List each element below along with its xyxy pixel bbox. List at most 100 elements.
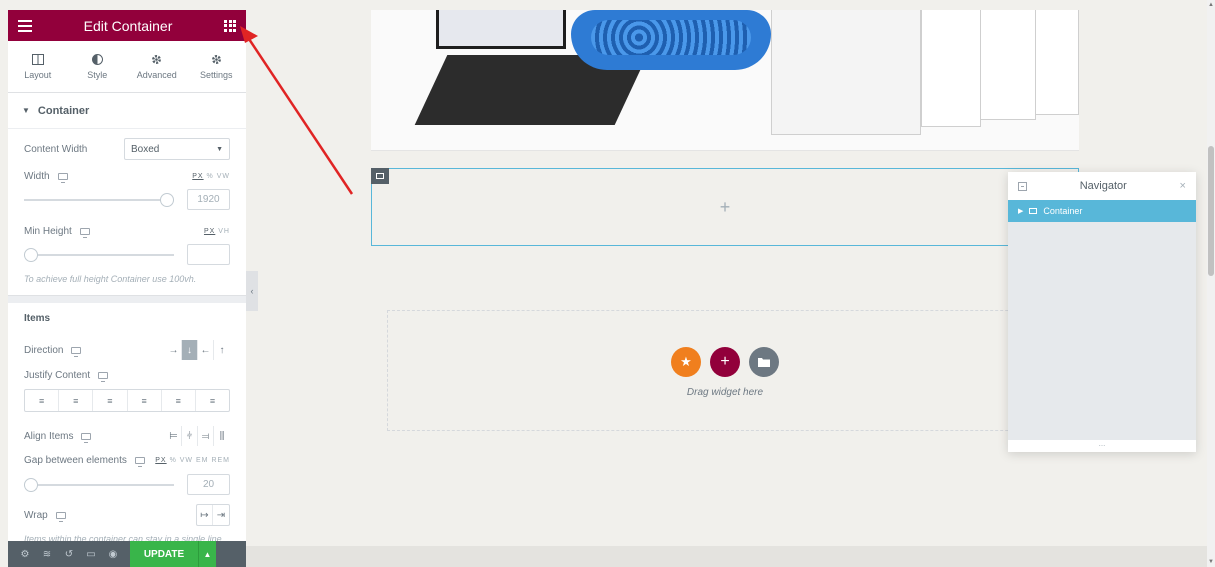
container-handle-icon[interactable] [371, 168, 389, 184]
responsive-desktop-icon[interactable] [57, 172, 68, 183]
tab-layout-label: Layout [24, 69, 52, 80]
photo-card [976, 10, 1036, 120]
gap-units[interactable]: PX % VW EM REM [155, 457, 230, 464]
responsive-desktop-icon[interactable] [81, 432, 92, 443]
unit-rem[interactable]: REM [211, 457, 230, 464]
tab-settings[interactable]: Settings [187, 41, 247, 92]
eye-icon[interactable]: ◉ [102, 549, 124, 560]
tab-advanced[interactable]: Advanced [127, 41, 187, 92]
min-height-slider[interactable] [24, 247, 174, 262]
no-wrap-button[interactable]: ↦ [197, 505, 213, 525]
navigator-resize-handle[interactable]: ... [1008, 440, 1196, 452]
wrap-button[interactable]: ⇥ [213, 505, 229, 525]
unit-em[interactable]: EM [196, 457, 209, 464]
responsive-desktop-icon[interactable] [134, 456, 145, 467]
unit-percent[interactable]: % [170, 457, 177, 464]
justify-space-evenly-button[interactable]: ≡ [196, 390, 229, 411]
navigator-title: Navigator [1079, 180, 1127, 192]
collapse-panel-chevron-left-icon[interactable]: ‹ [246, 271, 258, 311]
gap-slider-track [24, 483, 174, 486]
align-end-button[interactable]: ⫤ [198, 426, 214, 446]
responsive-desktop-icon[interactable] [98, 371, 109, 382]
direction-column-reverse-button[interactable]: ↑ [214, 340, 230, 360]
align-items-label: Align Items [24, 430, 74, 442]
layout-icon [31, 54, 44, 66]
photo-card [1031, 10, 1079, 115]
drag-widget-text: Drag widget here [686, 387, 764, 398]
align-start-button[interactable]: ⊨ [166, 426, 182, 446]
widgets-grid-icon[interactable] [224, 19, 236, 32]
justify-space-around-button[interactable]: ≡ [162, 390, 196, 411]
container-section-toggle[interactable]: ▼ Container [8, 93, 246, 129]
unit-px[interactable]: PX [155, 457, 166, 464]
align-items-button-group: ⊨ ⫩ ⫤ ⫼ [166, 426, 230, 446]
direction-row-button[interactable]: → [166, 340, 182, 360]
caret-right-icon[interactable]: ▶ [1018, 207, 1023, 215]
gap-slider[interactable] [24, 477, 174, 492]
drop-zone[interactable]: ★ + Drag widget here [387, 310, 1063, 431]
min-height-slider-track [24, 253, 174, 256]
hamburger-menu-icon[interactable] [18, 19, 32, 32]
add-folder-icon[interactable] [749, 347, 779, 377]
width-slider[interactable] [24, 192, 174, 207]
chevron-down-icon: ▼ [216, 145, 223, 153]
align-stretch-button[interactable]: ⫼ [214, 426, 230, 446]
panel-title: Edit Container [83, 17, 173, 34]
add-template-star-icon[interactable]: ★ [671, 347, 701, 377]
navigator-panel: Navigator × ▶ Container ... [1008, 172, 1196, 452]
container-section-title: Container [37, 104, 90, 117]
align-center-button[interactable]: ⫩ [182, 426, 198, 446]
gap-slider-knob[interactable] [24, 477, 38, 492]
tab-settings-label: Settings [199, 69, 233, 80]
width-slider-knob[interactable] [160, 192, 174, 207]
update-button[interactable]: UPDATE [130, 541, 198, 567]
tab-style[interactable]: Style [68, 41, 128, 92]
unit-px[interactable]: PX [192, 173, 203, 180]
responsive-icon[interactable]: ▭ [80, 549, 102, 560]
unit-vh[interactable]: VH [218, 228, 230, 235]
scroll-down-icon[interactable]: ▼ [1207, 559, 1215, 565]
unit-vw[interactable]: VW [180, 457, 193, 464]
width-input[interactable]: 1920 [187, 189, 230, 210]
justify-center-button[interactable]: ≡ [59, 390, 94, 411]
editor-panel: Edit Container Layout Style Advanced Set… [8, 10, 246, 567]
navigator-item-container[interactable]: ▶ Container [1008, 200, 1196, 222]
min-height-input[interactable] [187, 244, 230, 265]
responsive-desktop-icon[interactable] [55, 511, 66, 522]
unit-percent[interactable]: % [207, 173, 214, 180]
add-section-plus-icon[interactable]: + [710, 347, 740, 377]
history-icon[interactable]: ↺ [58, 549, 80, 560]
close-icon[interactable]: × [1180, 180, 1186, 192]
selected-container[interactable]: + [371, 168, 1079, 246]
navigator-header[interactable]: Navigator × [1008, 172, 1196, 200]
direction-column-button[interactable]: ↓ [182, 340, 198, 360]
direction-row-reverse-button[interactable]: ← [198, 340, 214, 360]
gear-icon [151, 54, 163, 66]
tab-layout[interactable]: Layout [8, 41, 68, 92]
content-width-select[interactable]: Boxed ▼ [124, 138, 230, 160]
justify-end-button[interactable]: ≡ [93, 390, 128, 411]
layers-icon[interactable]: ≋ [36, 549, 58, 560]
scrollbar-thumb[interactable] [1208, 146, 1214, 276]
width-units[interactable]: PX % VW [192, 173, 230, 180]
justify-start-button[interactable]: ≡ [25, 390, 60, 411]
page-scrollbar[interactable]: ▲ ▼ [1207, 0, 1215, 567]
gap-input[interactable]: 20 [187, 474, 230, 495]
min-height-units[interactable]: PX VH [204, 228, 230, 235]
scroll-up-icon[interactable]: ▲ [1207, 2, 1215, 8]
gear-icon[interactable]: ⚙ [14, 549, 36, 560]
justify-content-label: Justify Content [24, 369, 91, 381]
add-element-plus-icon[interactable]: + [720, 197, 731, 218]
unit-px[interactable]: PX [204, 228, 215, 235]
laptop-illustration [391, 10, 811, 150]
unit-vw[interactable]: VW [217, 173, 230, 180]
tab-style-label: Style [87, 69, 108, 80]
collapse-all-icon[interactable] [1018, 181, 1027, 191]
update-options-chevron-up-icon[interactable]: ▲ [198, 541, 216, 567]
responsive-desktop-icon[interactable] [71, 346, 82, 357]
container-icon [1029, 208, 1038, 214]
justify-space-between-button[interactable]: ≡ [128, 390, 162, 411]
min-height-slider-knob[interactable] [24, 247, 38, 262]
responsive-desktop-icon[interactable] [79, 227, 90, 238]
direction-label: Direction [24, 344, 64, 356]
